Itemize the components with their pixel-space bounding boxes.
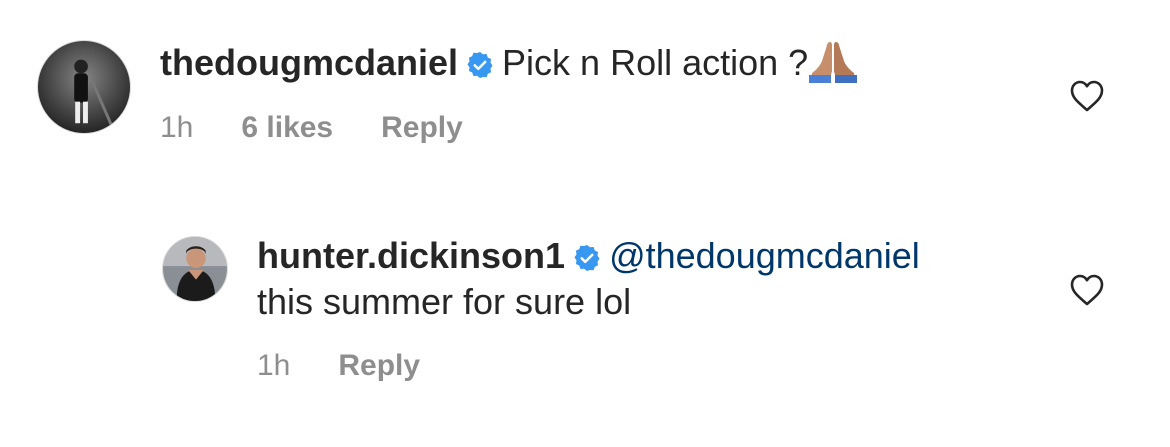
comment-meta: 1h Reply (257, 348, 468, 384)
comment-username[interactable]: thedougmcdaniel (160, 42, 458, 83)
comment-line: hunter.dickinson1 @thedougmcdaniel (257, 234, 920, 278)
comment-text: this summer for sure lol (257, 281, 632, 322)
avatar[interactable] (37, 40, 131, 134)
comment-likes[interactable]: 6 likes (241, 110, 333, 146)
reply-button[interactable]: Reply (338, 348, 420, 384)
comment-meta: 1h 6 likes Reply (160, 110, 511, 146)
reply-button[interactable]: Reply (381, 110, 463, 146)
comment-text: Pick n Roll action ? (502, 42, 809, 83)
heart-outline-icon[interactable] (1069, 273, 1105, 307)
comment-time: 1h (160, 111, 194, 144)
verified-badge-icon (573, 244, 601, 272)
comment-username[interactable]: hunter.dickinson1 (257, 235, 565, 276)
avatar[interactable] (162, 236, 228, 302)
comment-time: 1h (257, 349, 291, 382)
folded-hands-icon (808, 39, 858, 83)
verified-badge-icon (466, 51, 494, 79)
avatar-photo (38, 41, 130, 133)
comment-line: thedougmcdaniel Pick n Roll action ? (160, 39, 858, 85)
mention-link[interactable]: @thedougmcdaniel (609, 235, 920, 276)
avatar-photo (163, 237, 227, 301)
heart-outline-icon[interactable] (1069, 79, 1105, 113)
